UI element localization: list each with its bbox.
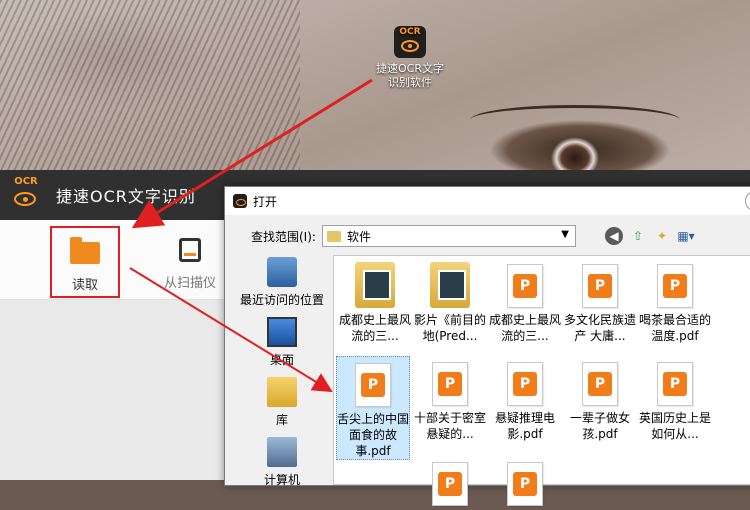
computer-icon [267,437,297,467]
folder-icon [326,230,341,242]
wallpaper-hair [0,0,300,175]
place-label: 库 [275,413,288,427]
dialog-titlebar: 打开 [225,187,750,215]
file-item[interactable]: 多文化民族遗产 大庸... [563,258,637,344]
up-folder-icon[interactable]: ⇧ [629,227,647,245]
app-logo-icon: OCR [10,176,42,214]
file-name: 一辈子做女孩.pdf [569,411,630,441]
dialog-app-icon [233,194,247,208]
file-name: 英国历史上是如何从... [638,411,711,441]
pdf-file-icon [432,462,468,506]
desktop-icon [267,317,297,347]
chevron-down-icon: ▼ [561,229,569,240]
pdf-file-icon [507,362,543,406]
file-item[interactable]: 喝茶最合适的温度.pdf [638,258,712,344]
file-item[interactable]: 悬疑推理电影.pdf [488,356,562,442]
look-in-label: 查找范围(I): [251,229,316,244]
back-icon[interactable]: ◀ [605,227,623,245]
read-button[interactable]: 读取 [50,226,120,298]
file-item[interactable]: 一辈子做女孩.pdf [563,356,637,442]
place-label: 桌面 [269,353,294,367]
file-item[interactable]: 成都史上最风流的三... [338,258,412,344]
app-logo-text: OCR [14,176,38,187]
look-in-value: 软件 [346,229,371,244]
scanner-icon [173,236,207,264]
file-name: 喝茶最合适的温度.pdf [638,313,711,343]
file-name: 成都史上最风流的三... [488,313,561,343]
folder-icon [430,262,470,308]
open-file-dialog: 打开 查找范围(I): 软件 ▼ ◀ ⇧ ✦ ▦▾ 最近访问的位置 桌面 库 计… [224,186,750,506]
dialog-title: 打开 [253,194,278,209]
desktop-app-shortcut[interactable]: OCR 捷速OCR文字识别软件 [372,26,448,90]
ocr-app-icon: OCR [394,26,426,58]
file-item-partial[interactable] [488,456,562,510]
file-name: 多文化民族遗产 大庸... [563,313,636,343]
scan-button-label: 从扫描仪 [163,276,216,291]
ocr-icon-text: OCR [399,27,421,37]
place-recent[interactable]: 最近访问的位置 [235,255,329,315]
file-item-partial[interactable] [413,456,487,510]
file-name: 悬疑推理电影.pdf [494,411,555,441]
place-computer[interactable]: 计算机 [235,435,329,495]
file-list: 成都史上最风流的三... 影片《前目的地(Pred... 成都史上最风流的三..… [333,255,750,506]
look-in-row: 查找范围(I): 软件 ▼ [251,225,576,247]
recent-places-icon [267,257,297,287]
place-desktop[interactable]: 桌面 [235,315,329,375]
view-menu-icon[interactable]: ▦▾ [677,227,695,245]
pdf-file-icon [507,264,543,308]
folder-icon [355,262,395,308]
wallpaper-eye [480,118,670,178]
read-button-label: 读取 [71,278,98,293]
file-item[interactable]: 影片《前目的地(Pred... [413,258,487,344]
place-library[interactable]: 库 [235,375,329,435]
pdf-file-icon [432,362,468,406]
file-item[interactable]: 英国历史上是如何从... [638,356,712,442]
library-icon [267,377,297,407]
file-name: 舌尖上的中国面食的故事.pdf [337,412,410,458]
look-in-dropdown[interactable]: 软件 ▼ [321,225,576,247]
pdf-file-icon [582,362,618,406]
pdf-file-icon [657,362,693,406]
folder-open-icon [68,237,102,266]
pdf-file-icon [507,462,543,506]
scan-button[interactable]: 从扫描仪 [150,226,230,298]
file-name: 成都史上最风流的三... [338,313,411,343]
place-label: 最近访问的位置 [239,293,324,307]
pdf-file-icon [582,264,618,308]
file-item[interactable]: 成都史上最风流的三... [488,258,562,344]
app-title: 捷速OCR文字识别 [56,187,196,206]
pdf-file-icon [355,363,391,407]
desktop-shortcut-label: 捷速OCR文字识别软件 [376,62,444,89]
file-item-selected[interactable]: 舌尖上的中国面食的故事.pdf [336,356,410,460]
places-bar: 最近访问的位置 桌面 库 计算机 [235,255,329,487]
file-name: 影片《前目的地(Pred... [413,313,486,343]
file-item[interactable]: 十部关于密室悬疑的... [413,356,487,442]
dialog-nav-toolbar: ◀ ⇧ ✦ ▦▾ [605,227,695,245]
pdf-file-icon [657,264,693,308]
new-folder-icon[interactable]: ✦ [653,227,671,245]
file-name: 十部关于密室悬疑的... [413,411,486,441]
